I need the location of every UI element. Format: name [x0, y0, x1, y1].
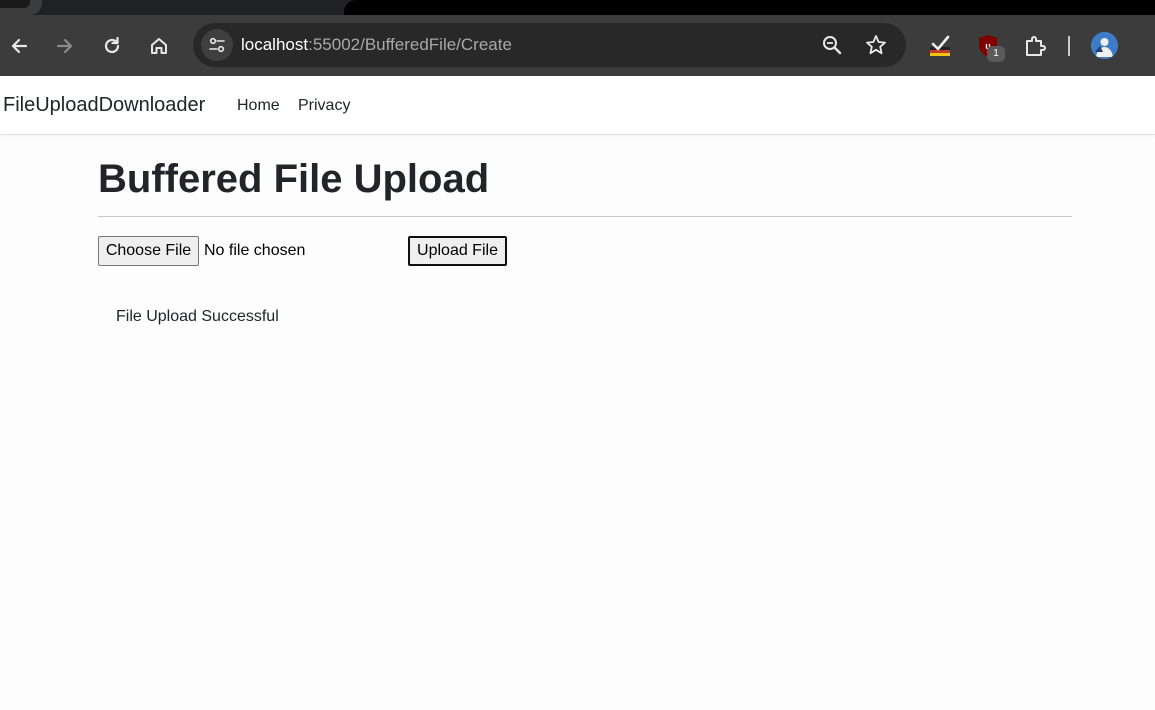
profile-avatar[interactable]: [1091, 32, 1118, 59]
extension-badge: 1: [987, 46, 1005, 62]
check-extension-icon[interactable]: [925, 15, 955, 76]
choose-file-button[interactable]: Choose File: [98, 236, 199, 266]
toolbar-separator: [1068, 36, 1070, 56]
file-input-status: No file chosen: [204, 242, 306, 259]
title-divider: [98, 216, 1072, 217]
address-bar[interactable]: localhost:55002/BufferedFile/Create: [193, 23, 906, 67]
site-info-icon[interactable]: [201, 29, 233, 61]
reload-icon[interactable]: [97, 15, 127, 76]
bookmark-star-icon[interactable]: [864, 33, 888, 62]
url-text[interactable]: localhost:55002/BufferedFile/Create: [241, 23, 512, 67]
url-path: :55002/BufferedFile/Create: [308, 35, 512, 54]
browser-tabstrip: [0, 0, 1155, 15]
forward-icon[interactable]: [50, 15, 80, 76]
home-icon[interactable]: [144, 15, 174, 76]
browser-toolbar: localhost:55002/BufferedFile/Create u 1: [0, 15, 1155, 76]
nav-link-home[interactable]: Home: [237, 76, 280, 135]
zoom-icon[interactable]: [820, 33, 844, 62]
upload-file-button[interactable]: Upload File: [408, 236, 507, 266]
navbar-brand[interactable]: FileUploadDownloader: [3, 76, 205, 135]
tab-favicon-area: [0, 0, 30, 8]
new-tab-area: [344, 0, 1155, 15]
nav-link-privacy[interactable]: Privacy: [298, 76, 350, 135]
extensions-puzzle-icon[interactable]: [1020, 15, 1050, 76]
url-host: localhost: [241, 35, 309, 54]
page-title: Buffered File Upload: [98, 157, 490, 201]
back-icon[interactable]: [4, 15, 34, 76]
upload-status-message: File Upload Successful: [116, 308, 279, 325]
site-navbar: FileUploadDownloader Home Privacy: [0, 76, 1155, 135]
browser-tab[interactable]: [0, 0, 42, 15]
